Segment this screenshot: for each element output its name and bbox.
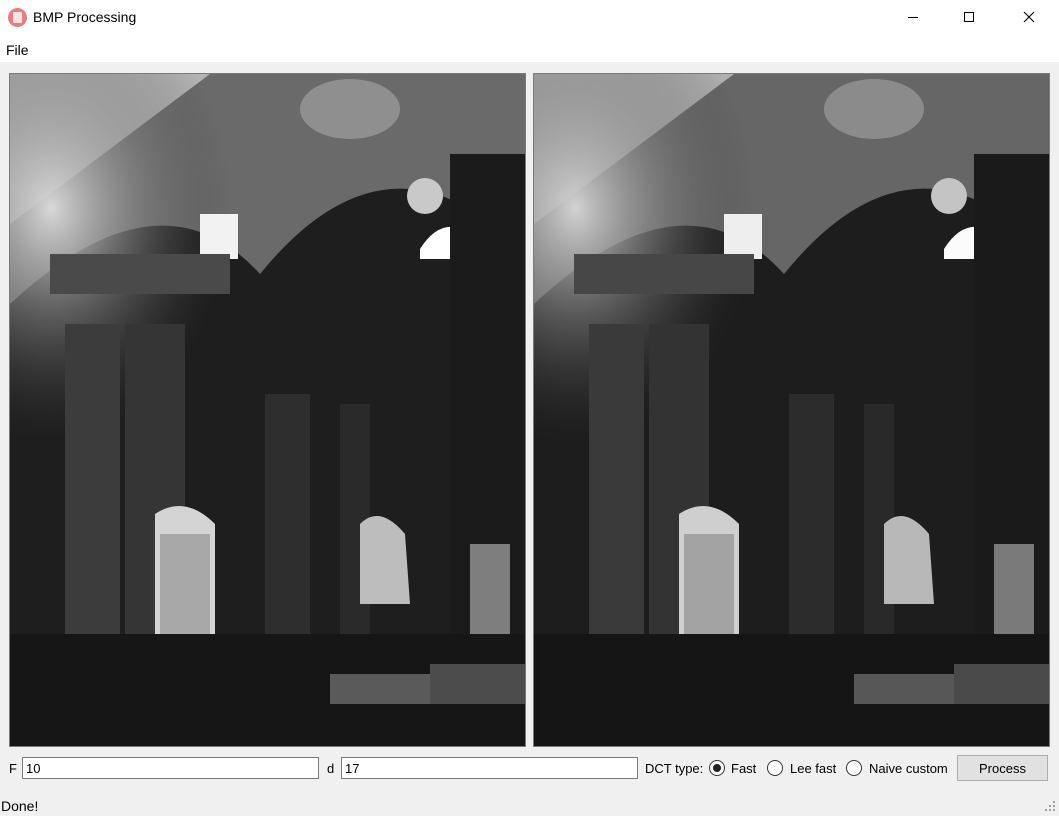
close-button[interactable] [1006, 0, 1052, 34]
menu-bar: File [0, 36, 1059, 62]
status-text: Done! [1, 798, 39, 814]
process-button[interactable]: Process [957, 755, 1048, 781]
f-label: F [9, 761, 17, 776]
close-icon [1023, 11, 1035, 23]
dct-fast-label[interactable]: Fast [731, 761, 756, 776]
menu-file[interactable]: File [6, 42, 29, 58]
dct-naive-custom-label[interactable]: Naive custom [869, 761, 948, 776]
original-image-panel [9, 73, 526, 747]
d-input[interactable] [341, 757, 638, 779]
app-icon [8, 8, 27, 27]
processed-grayscale-church-interior-image [534, 74, 1049, 746]
dct-type-label: DCT type: [645, 761, 704, 776]
d-label: d [327, 761, 335, 776]
maximize-icon [964, 12, 974, 22]
processed-image-panel [533, 73, 1050, 747]
grayscale-church-interior-image [10, 74, 525, 746]
dct-naive-custom-radio[interactable] [846, 760, 862, 776]
minimize-icon [908, 17, 918, 18]
resize-grip-icon[interactable] [1044, 800, 1056, 812]
title-bar: BMP Processing [0, 0, 1059, 36]
dct-lee-fast-radio[interactable] [767, 760, 783, 776]
window-title: BMP Processing [33, 9, 137, 25]
minimize-button[interactable] [890, 0, 936, 34]
maximize-button[interactable] [946, 0, 992, 34]
dct-fast-radio[interactable] [709, 760, 725, 776]
f-input[interactable] [22, 757, 319, 779]
dct-lee-fast-label[interactable]: Lee fast [790, 761, 836, 776]
